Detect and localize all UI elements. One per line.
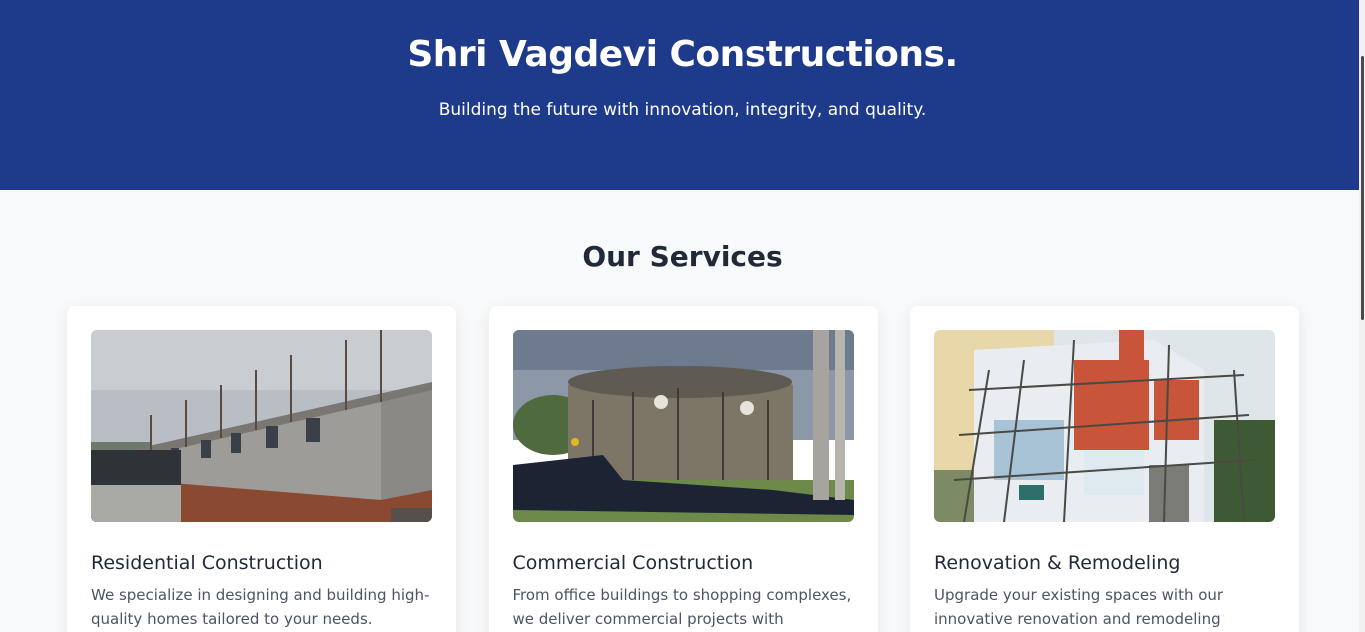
- hero-banner: Shri Vagdevi Constructions. Building the…: [0, 0, 1365, 190]
- service-title: Renovation & Remodeling: [934, 552, 1181, 574]
- scrollbar-thumb[interactable]: [1361, 56, 1364, 320]
- service-card-residential: Residential Construction We specialize i…: [67, 306, 456, 632]
- residential-construction-image: [91, 330, 432, 522]
- service-title: Residential Construction: [91, 552, 323, 574]
- renovation-remodeling-image: [934, 330, 1275, 522]
- service-title: Commercial Construction: [512, 552, 754, 574]
- commercial-construction-image: [512, 330, 854, 522]
- site-title: Shri Vagdevi Constructions.: [407, 34, 958, 75]
- site-tagline: Building the future with innovation, int…: [438, 100, 927, 120]
- services-heading: Our Services: [582, 240, 783, 273]
- service-card-renovation: Renovation & Remodeling Upgrade your exi…: [910, 306, 1299, 632]
- services-list: Residential Construction We specialize i…: [67, 306, 1299, 632]
- service-card-commercial: Commercial Construction From office buil…: [488, 306, 878, 632]
- service-description: From office buildings to shopping comple…: [512, 586, 852, 628]
- service-description: We specialize in designing and building …: [91, 586, 430, 628]
- service-description: Upgrade your existing spaces with our in…: [934, 586, 1224, 628]
- page-scrollbar[interactable]: [1359, 0, 1365, 632]
